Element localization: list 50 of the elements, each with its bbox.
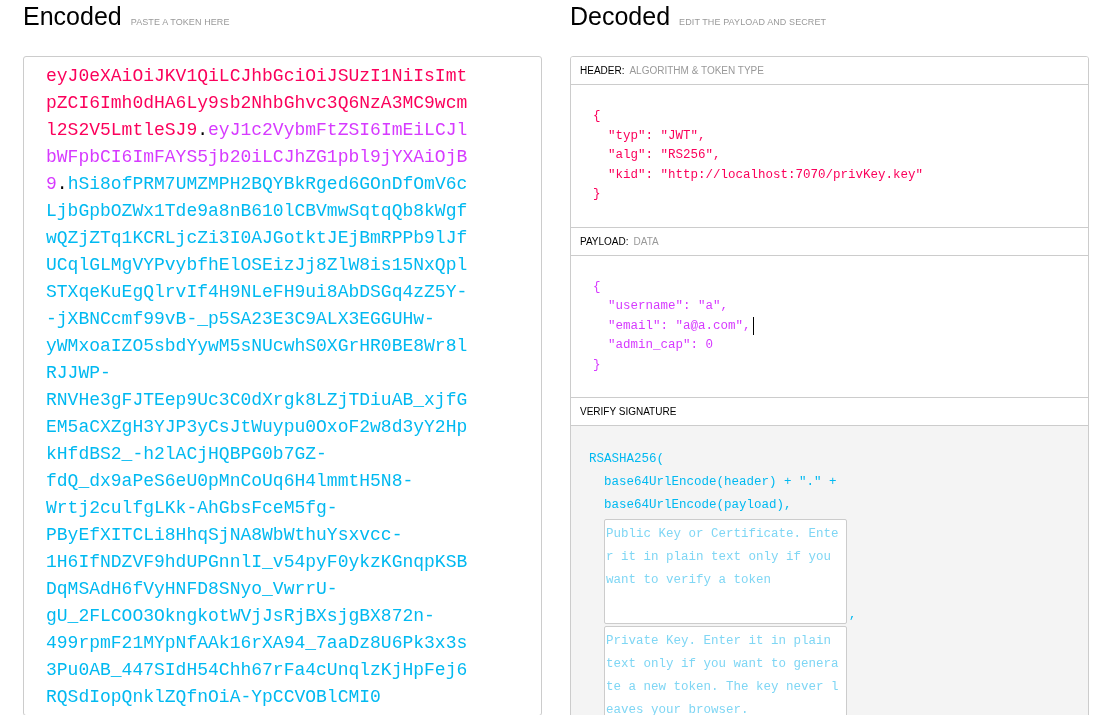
code-line: "username": "a", (608, 298, 729, 315)
panel-title: Decoded (570, 2, 671, 31)
token-line: gU_2FLCOO3OkngkotWVjJsRjBXsjgBX872n- (46, 605, 435, 628)
code-line: base64UrlEncode(header) + "." + (604, 474, 837, 491)
token-line: pZCI6Imh0dHA6Ly9sb2NhbGhvc3Q6NzA3MC9wcm (46, 92, 468, 115)
token-line: Wrtj2culfgLKk-AhGbsFceM5fg- (46, 497, 338, 520)
token-line: PByEfXITCLi8HhqSjNA8WbWthuYsxvcc- (46, 524, 403, 547)
token-line: 1H6IfNDZVF9hdUPGnnlI_v54pyF0ykzKGnqpKSB (46, 551, 468, 574)
code-line: { (593, 108, 601, 125)
code-line: base64UrlEncode(payload), (604, 497, 792, 514)
panel-title: Encoded (23, 2, 122, 31)
token-line: yWMxoaIZO5sbdYywM5sNUcwhS0XGrHR0BE8Wr8l (46, 335, 468, 358)
code-line: "kid": "http://localhost:7070/privKey.key" (608, 166, 924, 184)
token-editor[interactable] (23, 56, 542, 715)
section-label: PAYLOAD: (580, 235, 629, 247)
token-line: RJJWP- (46, 362, 111, 385)
token-line: STXqeKuEgQlrvIf4H9NLeFH9ui8AbDSGq4zZ5Y- (46, 281, 468, 304)
code-line: RSASHA256( (589, 451, 664, 468)
token-line: LjbGpbOZWx1Tde9a8nB610lCBVmwSqtqQb8kWgf (46, 200, 468, 223)
section-sublabel: DATA (633, 235, 659, 247)
code-line: "email": "a@a.com", (608, 317, 751, 335)
code-line: "typ": "JWT", (608, 127, 706, 145)
panel-subtitle: EDIT THE PAYLOAD AND SECRET (679, 17, 827, 27)
section-sublabel: ALGORITHM & TOKEN TYPE (629, 65, 764, 76)
token-line: RQSdIopQnklZQfnOiA-YpCCVOBlCMI0 (46, 686, 381, 709)
code-line: "admin_cap": 0 (608, 337, 714, 354)
token-line: bWFpbCI6ImFAYS5jb20iLCJhZG1pbl9jYXAiOjB (46, 146, 468, 169)
token-line: 9.hSi8ofPRM7UMZMPH2BQYBkRged6GOnDfOmV6c (46, 173, 468, 196)
token-line: wQZjZTq1KCRLjcZi3I0AJGotktJEjBmRPPb9lJf (46, 227, 468, 250)
token-line: l2S2V5LmtleSJ9.eyJ1c2VybmFtZSI6ImEiLCJl (46, 119, 468, 142)
code-text: , (849, 608, 857, 622)
token-line: RNVHe3gFJTEep9Uc3C0dXrgk8LZjTDiuAB_xjfG (46, 389, 468, 412)
code-line: { (593, 278, 601, 296)
key-field[interactable]: Private Key. Enter it in plain text only if you want to generate a new token. The key never leaves your browser. (604, 626, 847, 715)
code-line: } (593, 186, 601, 203)
code-line: "alg": "RS256", (608, 147, 721, 164)
section-label: HEADER: (580, 65, 625, 76)
token-line: 499rpmF21MYpNfAAk16rXA94_7aaDz8U6Pk3x3s (46, 632, 468, 655)
token-line: eyJ0eXAiOiJKV1QiLCJhbGciOiJSUzI1NiIsImt (46, 65, 468, 88)
token-line: 3Pu0AB_447SIdH54Chh67rFa4cUnqlzKjHpFej6 (46, 659, 468, 682)
section-label: VERIFY SIGNATURE (580, 406, 677, 417)
token-line: EM5aCXZgH3YJP3yCsJtWuypu0OxoF2w8d3yY2Hp (46, 416, 468, 439)
token-line: DqMSAdH6fVyHNFD8SNyo_VwrrU- (46, 578, 338, 601)
token-line: UCqlGLMgVYPvybfhElOSEizJj8ZlW8is15NxQpl (46, 254, 468, 277)
token-line: -jXBNCcmf99vB-_p5SA23E3C9ALX3EGGUHw- (46, 308, 435, 331)
code-line: } (593, 356, 601, 374)
token-line: fdQ_dx9aPeS6eU0pMnCoUq6H4lmmtH5N8- (46, 470, 414, 493)
token-line: kHfdBS2_-h2lACjHQBPG0b7GZ- (46, 443, 327, 466)
key-field[interactable]: Public Key or Certificate. Enter it in plain text only if you want to verify a token (604, 519, 847, 624)
panel-subtitle: PASTE A TOKEN HERE (130, 17, 230, 27)
